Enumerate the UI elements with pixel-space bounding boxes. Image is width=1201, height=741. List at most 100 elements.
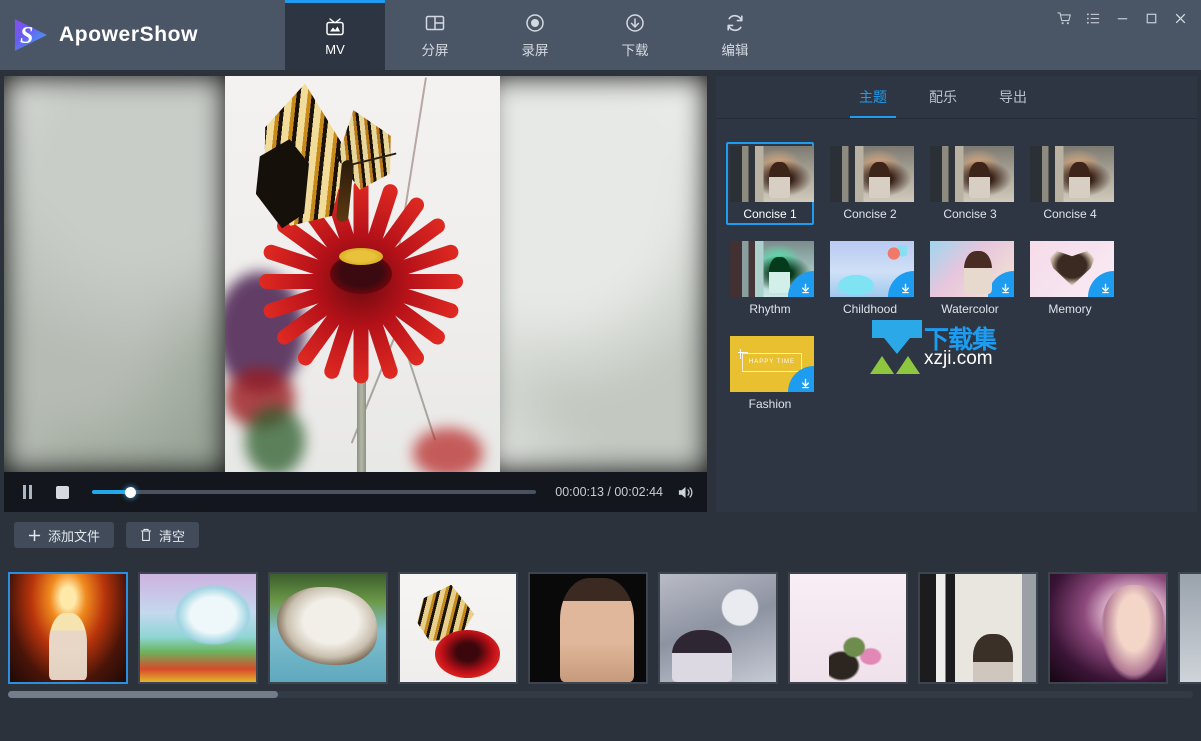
split-screen-icon	[423, 11, 447, 35]
timeline-item[interactable]	[8, 572, 128, 684]
main-tabs: MV 分屏 录屏	[285, 0, 785, 70]
brand: S ApowerShow	[0, 0, 285, 70]
seek-handle[interactable]	[125, 487, 136, 498]
theme-item-memory[interactable]: Memory	[1026, 237, 1114, 320]
preview-blur-right	[486, 76, 707, 472]
menu-list-icon[interactable]	[1079, 3, 1108, 33]
panel-tab-export[interactable]: 导出	[999, 76, 1027, 118]
trash-icon	[140, 528, 152, 542]
theme-label: Fashion	[730, 397, 810, 411]
timeline-item[interactable]	[268, 572, 388, 684]
download-badge-icon[interactable]	[1088, 271, 1114, 297]
stop-icon	[56, 486, 69, 499]
timeline-item[interactable]	[658, 572, 778, 684]
theme-thumbnail	[830, 146, 914, 202]
download-icon	[623, 11, 647, 35]
tab-split-screen[interactable]: 分屏	[385, 0, 485, 70]
timeline-scrollbar[interactable]	[8, 691, 1193, 698]
theme-item-concise-1[interactable]: Concise 1	[726, 142, 814, 225]
theme-label: Concise 4	[1030, 207, 1110, 221]
theme-thumbnail	[730, 241, 814, 297]
timeline-item[interactable]	[1178, 572, 1201, 684]
theme-label: Concise 3	[930, 207, 1010, 221]
maximize-icon[interactable]	[1137, 3, 1166, 33]
tab-edit[interactable]: 编辑	[685, 0, 785, 70]
theme-label: Watercolor	[930, 302, 1010, 316]
file-actions: 添加文件 清空	[14, 522, 199, 548]
timeline-items	[8, 572, 1201, 684]
theme-label: Memory	[1030, 302, 1110, 316]
tv-icon	[323, 14, 347, 38]
theme-item-fashion[interactable]: HAPPY TIME Fashion	[726, 332, 814, 415]
tab-download-label: 下载	[622, 39, 649, 59]
logo-letter: S	[20, 23, 33, 49]
theme-item-rhythm[interactable]: Rhythm	[726, 237, 814, 320]
player-controls: 00:00:13 / 00:02:44	[4, 472, 707, 512]
theme-grid: Concise 1 Concise 2 Concise 3 Concise 4	[720, 142, 1193, 415]
preview-blur-left	[4, 76, 225, 472]
panel-tab-theme[interactable]: 主题	[859, 76, 887, 118]
stop-button[interactable]	[51, 481, 73, 503]
fashion-overlay-text: HAPPY TIME	[742, 353, 802, 372]
add-file-label: 添加文件	[48, 526, 100, 545]
panel-tab-music[interactable]: 配乐	[929, 76, 957, 118]
title-bar: S ApowerShow MV	[0, 0, 1201, 70]
preview-frame	[225, 76, 500, 472]
timeline-scrollbar-thumb[interactable]	[8, 691, 278, 698]
volume-icon	[676, 484, 695, 501]
theme-item-concise-2[interactable]: Concise 2	[826, 142, 914, 225]
theme-item-childhood[interactable]: Childhood	[826, 237, 914, 320]
time-display: 00:00:13 / 00:02:44	[555, 485, 663, 499]
theme-label: Childhood	[830, 302, 910, 316]
timeline-strip	[0, 560, 1201, 714]
theme-thumbnail	[930, 241, 1014, 297]
theme-thumbnail	[1030, 241, 1114, 297]
right-panel: 主题 配乐 导出 Concise 1 Concise 2 Concise 3	[716, 76, 1197, 512]
clear-button[interactable]: 清空	[126, 522, 199, 548]
seek-bar[interactable]	[92, 490, 536, 494]
app-logo-icon: S	[12, 17, 48, 53]
theme-thumbnail	[930, 146, 1014, 202]
download-badge-icon[interactable]	[988, 271, 1014, 297]
tab-download[interactable]: 下载	[585, 0, 685, 70]
panel-tab-music-label: 配乐	[929, 87, 957, 107]
minimize-icon[interactable]	[1108, 3, 1137, 33]
theme-thumbnail: HAPPY TIME	[730, 336, 814, 392]
theme-item-concise-4[interactable]: Concise 4	[1026, 142, 1114, 225]
timeline-item[interactable]	[1048, 572, 1168, 684]
volume-button[interactable]	[676, 484, 695, 501]
close-icon[interactable]	[1166, 3, 1195, 33]
window-controls	[1050, 0, 1201, 36]
pause-button[interactable]	[16, 481, 38, 503]
download-badge-icon[interactable]	[888, 271, 914, 297]
theme-item-concise-3[interactable]: Concise 3	[926, 142, 1014, 225]
panel-divider	[716, 118, 1197, 119]
panel-tabs: 主题 配乐 导出	[716, 76, 1197, 118]
plus-icon	[28, 529, 41, 542]
theme-item-watercolor[interactable]: Watercolor	[926, 237, 1014, 320]
panel-tab-export-label: 导出	[999, 87, 1027, 107]
theme-label: Rhythm	[730, 302, 810, 316]
pause-icon	[23, 485, 32, 499]
panel-tab-theme-label: 主题	[859, 87, 887, 107]
cart-icon[interactable]	[1050, 3, 1079, 33]
timeline-item[interactable]	[788, 572, 908, 684]
theme-thumbnail	[1030, 146, 1114, 202]
theme-label: Concise 1	[730, 207, 810, 221]
apowershow-window: S ApowerShow MV	[0, 0, 1201, 741]
timeline-item[interactable]	[528, 572, 648, 684]
timeline-item[interactable]	[398, 572, 518, 684]
tab-edit-label: 编辑	[722, 39, 749, 59]
timeline-item[interactable]	[138, 572, 258, 684]
butterfly	[253, 76, 433, 241]
tab-split-screen-label: 分屏	[422, 39, 449, 59]
tab-mv[interactable]: MV	[285, 0, 385, 70]
clear-label: 清空	[159, 526, 185, 545]
tab-mv-label: MV	[325, 42, 345, 57]
add-file-button[interactable]: 添加文件	[14, 522, 114, 548]
timeline-item[interactable]	[918, 572, 1038, 684]
tab-record-screen[interactable]: 录屏	[485, 0, 585, 70]
theme-label: Concise 2	[830, 207, 910, 221]
theme-thumbnail	[830, 241, 914, 297]
video-preview[interactable]	[4, 76, 707, 472]
